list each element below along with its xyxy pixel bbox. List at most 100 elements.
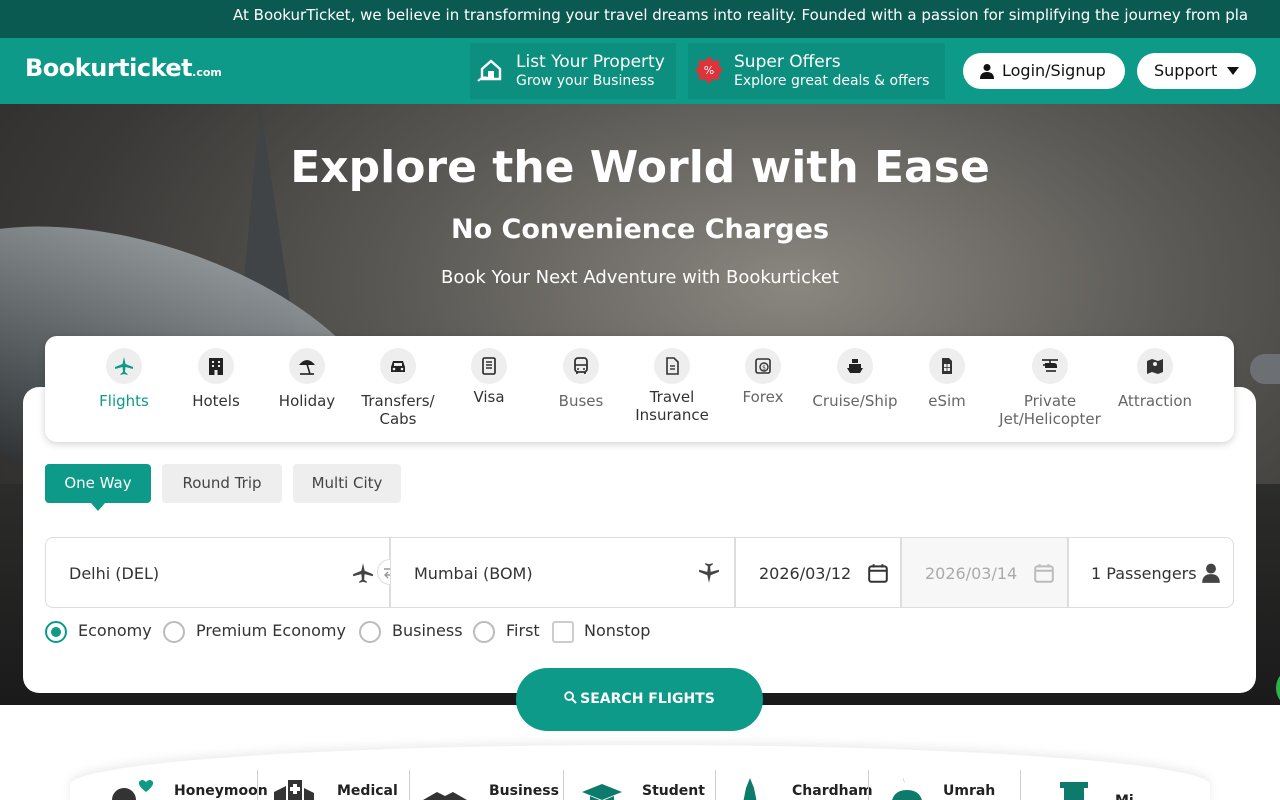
mosque-icon (892, 778, 922, 800)
category-divider (868, 770, 869, 800)
from-field[interactable]: Delhi (DEL) (45, 537, 390, 608)
depart-date-value: 2026/03/12 (759, 564, 852, 583)
announcement-ticker: At BookurTicket, we believe in transform… (0, 0, 1280, 38)
plane-right-image (1250, 354, 1280, 384)
super-offers-title: Super Offers (734, 52, 841, 72)
tab-travel-insurance[interactable]: Travel Insurance (624, 348, 720, 424)
percent-badge-icon: % (695, 56, 723, 84)
hero-subtitle: No Convenience Charges (450, 214, 830, 245)
tab-forex[interactable]: $ Forex (715, 348, 811, 406)
graduation-cap-icon (582, 784, 622, 800)
economy-label[interactable]: Economy (78, 620, 152, 642)
return-date-field[interactable]: 2026/03/14 (901, 537, 1068, 608)
tab-label: Transfers/ Cabs (361, 392, 435, 428)
radio-first[interactable] (473, 621, 495, 643)
bus-icon (574, 357, 588, 374)
hotel-icon (209, 358, 223, 375)
category-honeymoon[interactable]: Honeymoon (174, 783, 268, 799)
list-property-title: List Your Property (516, 52, 665, 72)
category-more[interactable]: Mi (1115, 793, 1134, 800)
category-divider (715, 770, 716, 800)
premium-economy-label[interactable]: Premium Economy (196, 620, 346, 642)
top-header: Bookurticket.com List Your Property Grow… (0, 38, 1280, 104)
tab-esim[interactable]: eSim (899, 348, 995, 410)
svg-text:$: $ (762, 365, 766, 372)
ship-icon (847, 359, 863, 373)
tab-hotels[interactable]: Hotels (168, 348, 264, 410)
tab-label: Buses (558, 392, 604, 410)
category-divider (409, 770, 410, 800)
passengers-field[interactable]: 1 Passengers (1068, 537, 1234, 608)
sim-icon (942, 358, 952, 374)
radio-economy[interactable] (45, 621, 67, 643)
tab-cruise-ship[interactable]: Cruise/Ship (807, 348, 903, 410)
hero-tagline: Book Your Next Adventure with Bookurtick… (441, 267, 839, 288)
depart-date-field[interactable]: 2026/03/12 (735, 537, 901, 608)
user-icon (980, 64, 994, 79)
category-divider (563, 770, 564, 800)
medical-icon (274, 780, 314, 800)
ticker-text: At BookurTicket, we believe in transform… (233, 6, 1249, 24)
category-chardham[interactable]: Chardham (792, 783, 873, 799)
svg-text:%: % (704, 64, 714, 77)
category-business[interactable]: Business (489, 783, 559, 799)
login-label: Login/Signup (1002, 61, 1106, 80)
super-offers-subtitle: Explore great deals & offers (734, 73, 930, 89)
house-hand-icon (477, 59, 502, 82)
tab-label: Forex (742, 388, 784, 406)
tab-attraction[interactable]: Attraction (1105, 348, 1205, 410)
first-label[interactable]: First (506, 620, 540, 642)
super-offers-link[interactable]: % Super Offers Explore great deals & off… (688, 43, 945, 99)
support-dropdown[interactable]: Support (1137, 53, 1256, 89)
site-logo[interactable]: Bookurticket.com (25, 54, 222, 82)
forex-icon: $ (755, 358, 771, 374)
search-icon (564, 691, 577, 704)
business-label[interactable]: Business (392, 620, 463, 642)
radio-premium-economy[interactable] (163, 621, 185, 643)
category-umrah[interactable]: Umrah (943, 783, 995, 799)
tab-label: Attraction (1117, 392, 1193, 410)
to-field[interactable]: Mumbai (BOM) (390, 537, 735, 608)
tab-holiday[interactable]: Holiday (259, 348, 355, 410)
tab-transfers-cabs[interactable]: Transfers/ Cabs (350, 348, 446, 428)
nonstop-checkbox[interactable] (552, 621, 574, 643)
trip-round-trip[interactable]: Round Trip (162, 464, 282, 503)
tab-flights[interactable]: Flights (76, 348, 172, 410)
tab-label: Visa (473, 388, 505, 406)
category-medical[interactable]: Medical (337, 783, 398, 799)
login-signup-button[interactable]: Login/Signup (963, 53, 1125, 89)
tab-buses[interactable]: Buses (533, 348, 629, 410)
radio-business[interactable] (359, 621, 381, 643)
passengers-value: 1 Passengers (1091, 564, 1197, 583)
support-label: Support (1154, 61, 1218, 80)
trip-one-way[interactable]: One Way (45, 464, 151, 511)
car-icon (391, 361, 405, 372)
insurance-doc-icon (666, 357, 679, 375)
temple-icon (743, 778, 757, 800)
helicopter-icon (1042, 359, 1058, 372)
calendar-icon (1034, 564, 1054, 583)
calendar-icon (868, 564, 888, 583)
logo-text: Bookurticket (25, 54, 193, 82)
list-property-link[interactable]: List Your Property Grow your Business (470, 43, 676, 99)
tab-label: Holiday (278, 392, 336, 410)
trip-multi-city[interactable]: Multi City (293, 464, 401, 503)
tab-label: Flights (99, 392, 149, 410)
airplane-icon (115, 357, 133, 375)
tab-label: Cruise/Ship (812, 392, 898, 410)
tab-visa[interactable]: Visa (441, 348, 537, 406)
departure-plane-icon (353, 563, 373, 583)
tower-icon (1060, 782, 1088, 800)
arrival-plane-icon (699, 563, 719, 583)
search-flights-button[interactable]: SEARCH FLIGHTS (516, 668, 763, 731)
from-value: Delhi (DEL) (69, 564, 160, 583)
nonstop-label[interactable]: Nonstop (584, 620, 650, 642)
service-tabs: Flights Hotels Holiday Transfers/ Cabs V… (45, 336, 1234, 442)
map-icon (1147, 359, 1163, 374)
tab-label: Private Jet/Helicopter (999, 392, 1101, 428)
tab-private-jet[interactable]: Private Jet/Helicopter (990, 348, 1110, 428)
category-student[interactable]: Student (642, 783, 705, 799)
tab-label: Travel Insurance (635, 388, 709, 424)
list-property-subtitle: Grow your Business (516, 73, 655, 89)
hero-title: Explore the World with Ease (290, 142, 990, 193)
